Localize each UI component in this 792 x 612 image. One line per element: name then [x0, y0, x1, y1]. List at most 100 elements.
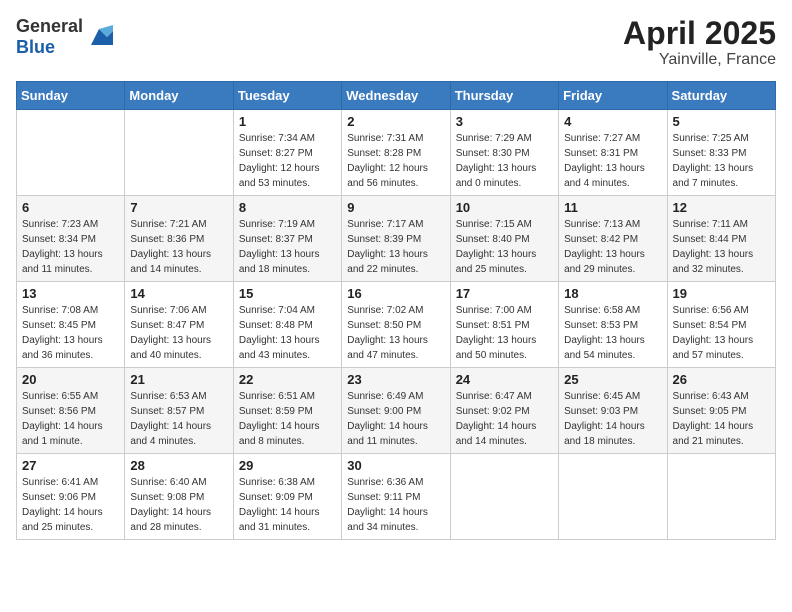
logo: General Blue [16, 16, 113, 58]
day-info: Sunrise: 7:02 AM Sunset: 8:50 PM Dayligh… [347, 303, 444, 363]
weekday-header: Tuesday [233, 82, 341, 110]
day-info: Sunrise: 7:11 AM Sunset: 8:44 PM Dayligh… [673, 217, 770, 277]
day-info: Sunrise: 7:04 AM Sunset: 8:48 PM Dayligh… [239, 303, 336, 363]
calendar-cell [125, 110, 233, 196]
calendar-cell: 6 Sunrise: 7:23 AM Sunset: 8:34 PM Daylig… [17, 196, 125, 282]
calendar-cell: 15 Sunrise: 7:04 AM Sunset: 8:48 PM Dayli… [233, 282, 341, 368]
day-number: 3 [456, 114, 553, 129]
day-number: 13 [22, 286, 119, 301]
calendar-cell: 29Sunrise: 6:38 AM Sunset: 9:09 PM Dayli… [233, 454, 341, 540]
calendar-cell: 3 Sunrise: 7:29 AM Sunset: 8:30 PM Daylig… [450, 110, 558, 196]
day-number: 27 [22, 458, 119, 473]
calendar-table: SundayMondayTuesdayWednesdayThursdayFrid… [16, 81, 776, 540]
calendar-cell: 21 Sunrise: 6:53 AM Sunset: 8:57 PM Dayli… [125, 368, 233, 454]
logo-icon [85, 23, 113, 51]
day-number: 25 [564, 372, 661, 387]
page-header: General Blue April 2025 Yainville, Franc… [16, 16, 776, 69]
day-info: Sunrise: 7:17 AM Sunset: 8:39 PM Dayligh… [347, 217, 444, 277]
day-info: Sunrise: 6:43 AM Sunset: 9:05 PM Dayligh… [673, 389, 770, 449]
day-info: Sunrise: 6:56 AM Sunset: 8:54 PM Dayligh… [673, 303, 770, 363]
calendar-cell: 7Sunrise: 7:21 AM Sunset: 8:36 PM Daylig… [125, 196, 233, 282]
calendar-cell: 1 Sunrise: 7:34 AM Sunset: 8:27 PM Daylig… [233, 110, 341, 196]
day-number: 28 [130, 458, 227, 473]
calendar-cell: 5 Sunrise: 7:25 AM Sunset: 8:33 PM Daylig… [667, 110, 775, 196]
logo-blue: Blue [16, 37, 55, 57]
weekday-header: Saturday [667, 82, 775, 110]
calendar-cell: 8Sunrise: 7:19 AM Sunset: 8:37 PM Daylig… [233, 196, 341, 282]
location-title: Yainville, France [623, 51, 776, 69]
day-info: Sunrise: 7:13 AM Sunset: 8:42 PM Dayligh… [564, 217, 661, 277]
day-number: 17 [456, 286, 553, 301]
day-info: Sunrise: 6:55 AM Sunset: 8:56 PM Dayligh… [22, 389, 119, 449]
calendar-week-row: 6 Sunrise: 7:23 AM Sunset: 8:34 PM Daylig… [17, 196, 776, 282]
calendar-cell: 24 Sunrise: 6:47 AM Sunset: 9:02 PM Dayli… [450, 368, 558, 454]
day-info: Sunrise: 6:49 AM Sunset: 9:00 PM Dayligh… [347, 389, 444, 449]
calendar-cell [450, 454, 558, 540]
day-number: 1 [239, 114, 336, 129]
calendar-cell: 2 Sunrise: 7:31 AM Sunset: 8:28 PM Daylig… [342, 110, 450, 196]
weekday-header: Monday [125, 82, 233, 110]
day-info: Sunrise: 6:53 AM Sunset: 8:57 PM Dayligh… [130, 389, 227, 449]
calendar-cell: 25 Sunrise: 6:45 AM Sunset: 9:03 PM Dayli… [559, 368, 667, 454]
calendar-cell [17, 110, 125, 196]
calendar-cell: 28Sunrise: 6:40 AM Sunset: 9:08 PM Dayli… [125, 454, 233, 540]
day-number: 9 [347, 200, 444, 215]
day-info: Sunrise: 6:51 AM Sunset: 8:59 PM Dayligh… [239, 389, 336, 449]
day-info: Sunrise: 7:31 AM Sunset: 8:28 PM Dayligh… [347, 131, 444, 191]
calendar-cell: 16 Sunrise: 7:02 AM Sunset: 8:50 PM Dayli… [342, 282, 450, 368]
day-number: 8 [239, 200, 336, 215]
day-number: 21 [130, 372, 227, 387]
title-block: April 2025 Yainville, France [623, 16, 776, 69]
calendar-cell: 14Sunrise: 7:06 AM Sunset: 8:47 PM Dayli… [125, 282, 233, 368]
calendar-cell: 9 Sunrise: 7:17 AM Sunset: 8:39 PM Daylig… [342, 196, 450, 282]
day-number: 5 [673, 114, 770, 129]
calendar-cell: 10Sunrise: 7:15 AM Sunset: 8:40 PM Dayli… [450, 196, 558, 282]
calendar-cell: 13 Sunrise: 7:08 AM Sunset: 8:45 PM Dayli… [17, 282, 125, 368]
calendar-cell: 4Sunrise: 7:27 AM Sunset: 8:31 PM Daylig… [559, 110, 667, 196]
calendar-cell: 12 Sunrise: 7:11 AM Sunset: 8:44 PM Dayli… [667, 196, 775, 282]
calendar-week-row: 27Sunrise: 6:41 AM Sunset: 9:06 PM Dayli… [17, 454, 776, 540]
day-info: Sunrise: 6:45 AM Sunset: 9:03 PM Dayligh… [564, 389, 661, 449]
calendar-week-row: 13 Sunrise: 7:08 AM Sunset: 8:45 PM Dayli… [17, 282, 776, 368]
weekday-header: Thursday [450, 82, 558, 110]
calendar-cell: 20 Sunrise: 6:55 AM Sunset: 8:56 PM Dayli… [17, 368, 125, 454]
day-info: Sunrise: 6:36 AM Sunset: 9:11 PM Dayligh… [347, 475, 444, 535]
month-title: April 2025 [623, 16, 776, 51]
day-info: Sunrise: 7:23 AM Sunset: 8:34 PM Dayligh… [22, 217, 119, 277]
day-info: Sunrise: 7:29 AM Sunset: 8:30 PM Dayligh… [456, 131, 553, 191]
day-number: 11 [564, 200, 661, 215]
calendar-cell: 11 Sunrise: 7:13 AM Sunset: 8:42 PM Dayli… [559, 196, 667, 282]
day-number: 24 [456, 372, 553, 387]
day-number: 20 [22, 372, 119, 387]
day-info: Sunrise: 7:08 AM Sunset: 8:45 PM Dayligh… [22, 303, 119, 363]
day-number: 2 [347, 114, 444, 129]
day-info: Sunrise: 7:00 AM Sunset: 8:51 PM Dayligh… [456, 303, 553, 363]
calendar-header-row: SundayMondayTuesdayWednesdayThursdayFrid… [17, 82, 776, 110]
day-number: 18 [564, 286, 661, 301]
day-number: 12 [673, 200, 770, 215]
day-number: 16 [347, 286, 444, 301]
calendar-cell [667, 454, 775, 540]
calendar-week-row: 20 Sunrise: 6:55 AM Sunset: 8:56 PM Dayli… [17, 368, 776, 454]
day-number: 15 [239, 286, 336, 301]
day-info: Sunrise: 7:21 AM Sunset: 8:36 PM Dayligh… [130, 217, 227, 277]
day-info: Sunrise: 6:58 AM Sunset: 8:53 PM Dayligh… [564, 303, 661, 363]
calendar-cell: 27Sunrise: 6:41 AM Sunset: 9:06 PM Dayli… [17, 454, 125, 540]
calendar-cell: 18 Sunrise: 6:58 AM Sunset: 8:53 PM Dayli… [559, 282, 667, 368]
day-number: 22 [239, 372, 336, 387]
day-info: Sunrise: 7:06 AM Sunset: 8:47 PM Dayligh… [130, 303, 227, 363]
day-number: 6 [22, 200, 119, 215]
calendar-week-row: 1 Sunrise: 7:34 AM Sunset: 8:27 PM Daylig… [17, 110, 776, 196]
day-info: Sunrise: 6:47 AM Sunset: 9:02 PM Dayligh… [456, 389, 553, 449]
day-number: 4 [564, 114, 661, 129]
day-number: 19 [673, 286, 770, 301]
day-number: 23 [347, 372, 444, 387]
day-number: 30 [347, 458, 444, 473]
calendar-cell: 23 Sunrise: 6:49 AM Sunset: 9:00 PM Dayli… [342, 368, 450, 454]
logo-text: General Blue [16, 16, 83, 58]
weekday-header: Friday [559, 82, 667, 110]
day-info: Sunrise: 7:34 AM Sunset: 8:27 PM Dayligh… [239, 131, 336, 191]
day-number: 26 [673, 372, 770, 387]
day-info: Sunrise: 7:25 AM Sunset: 8:33 PM Dayligh… [673, 131, 770, 191]
weekday-header: Wednesday [342, 82, 450, 110]
